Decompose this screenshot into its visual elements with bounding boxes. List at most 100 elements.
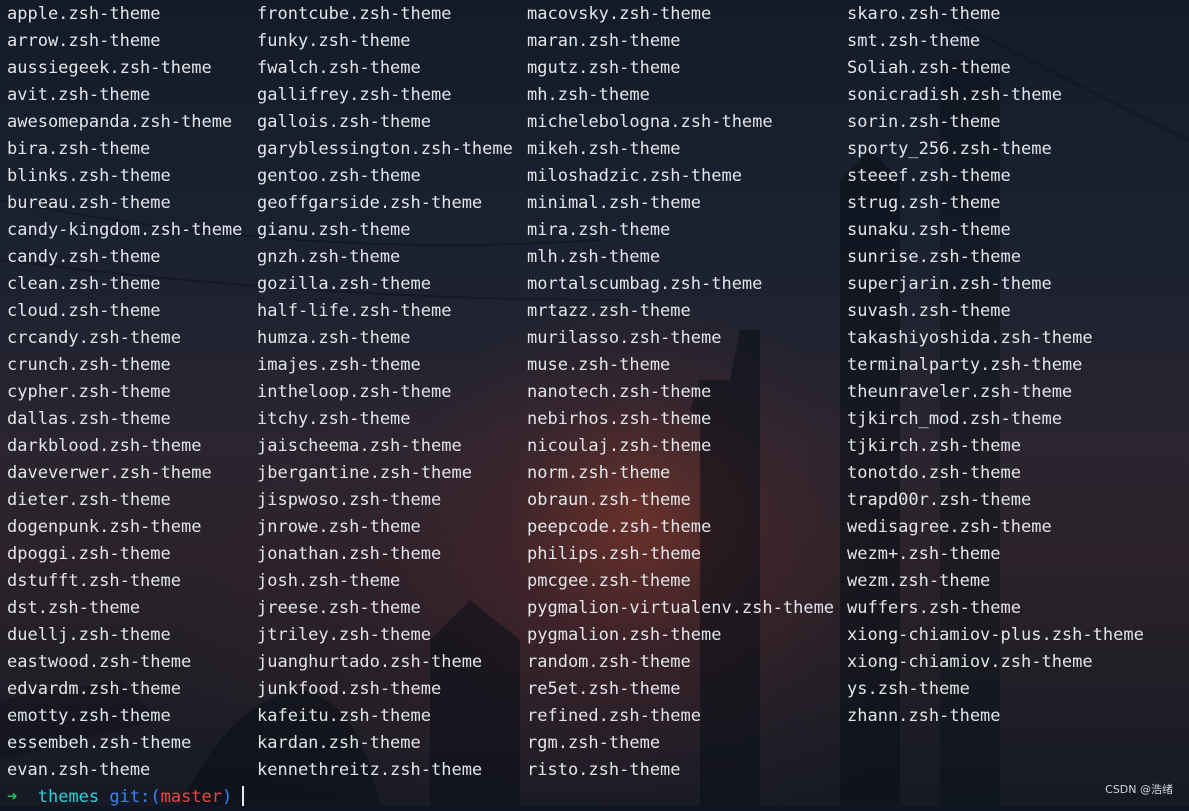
theme-file-entry: cloud.zsh-theme — [7, 301, 161, 321]
theme-file-entry: dieter.zsh-theme — [7, 490, 171, 510]
theme-file-entry: muse.zsh-theme — [527, 355, 671, 375]
theme-file-entry: dstufft.zsh-theme — [7, 571, 181, 591]
theme-file-entry: gozilla.zsh-theme — [257, 274, 431, 294]
theme-file-entry: kafeitu.zsh-theme — [257, 706, 431, 726]
theme-file-entry: terminalparty.zsh-theme — [847, 355, 1083, 375]
theme-file-entry: jaischeema.zsh-theme — [257, 436, 462, 456]
theme-file-entry: macovsky.zsh-theme — [527, 4, 712, 24]
theme-file-entry: clean.zsh-theme — [7, 274, 161, 294]
theme-file-entry: daveverwer.zsh-theme — [7, 463, 212, 483]
theme-file-entry: murilasso.zsh-theme — [527, 328, 722, 348]
theme-file-entry: evan.zsh-theme — [7, 760, 151, 780]
theme-file-entry: half-life.zsh-theme — [257, 301, 452, 321]
theme-file-entry: gentoo.zsh-theme — [257, 166, 421, 186]
theme-file-entry: re5et.zsh-theme — [527, 679, 681, 699]
theme-file-entry: dst.zsh-theme — [7, 598, 141, 618]
theme-file-entry: mrtazz.zsh-theme — [527, 301, 691, 321]
theme-file-entry: avit.zsh-theme — [7, 85, 151, 105]
theme-file-entry: philips.zsh-theme — [527, 544, 701, 564]
text-cursor[interactable] — [242, 786, 245, 806]
git-branch: master — [160, 787, 223, 807]
theme-file-entry: sunaku.zsh-theme — [847, 220, 1011, 240]
theme-file-entry: xiong-chiamiov.zsh-theme — [847, 652, 1093, 672]
theme-file-entry: crcandy.zsh-theme — [7, 328, 181, 348]
theme-file-entry: duellj.zsh-theme — [7, 625, 171, 645]
theme-file-entry: emotty.zsh-theme — [7, 706, 171, 726]
theme-file-entry: pygmalion-virtualenv.zsh-theme — [527, 598, 835, 618]
theme-file-entry: bira.zsh-theme — [7, 139, 151, 159]
theme-file-entry: dallas.zsh-theme — [7, 409, 171, 429]
theme-file-entry: jtriley.zsh-theme — [257, 625, 431, 645]
column-2: frontcube.zsh-theme funky.zsh-theme fwalch… — [257, 1, 513, 784]
theme-file-entry: sporty_256.zsh-theme — [847, 139, 1052, 159]
theme-file-entry: cypher.zsh-theme — [7, 382, 171, 402]
theme-file-entry: pmcgee.zsh-theme — [527, 571, 691, 591]
theme-file-entry: risto.zsh-theme — [527, 760, 681, 780]
theme-file-entry: maran.zsh-theme — [527, 31, 681, 51]
theme-file-entry: gallifrey.zsh-theme — [257, 85, 452, 105]
theme-file-entry: jnrowe.zsh-theme — [257, 517, 421, 537]
theme-file-entry: dpoggi.zsh-theme — [7, 544, 171, 564]
theme-file-entry: junkfood.zsh-theme — [257, 679, 442, 699]
theme-file-entry: norm.zsh-theme — [527, 463, 671, 483]
theme-file-entry: essembeh.zsh-theme — [7, 733, 192, 753]
column-3: macovsky.zsh-theme maran.zsh-theme mgutz.z… — [527, 1, 834, 784]
theme-file-entry: zhann.zsh-theme — [847, 706, 1001, 726]
watermark: CSDN @浩绪 — [1105, 783, 1173, 796]
prompt-arrow: ➜ — [7, 787, 18, 807]
theme-file-entry: takashiyoshida.zsh-theme — [847, 328, 1093, 348]
theme-file-entry: candy-kingdom.zsh-theme — [7, 220, 243, 240]
git-close: ) — [222, 787, 233, 807]
theme-file-entry: gianu.zsh-theme — [257, 220, 411, 240]
terminal-output: apple.zsh-theme arrow.zsh-theme aussiegeek… — [0, 0, 1189, 807]
theme-file-entry: suvash.zsh-theme — [847, 301, 1011, 321]
theme-file-entry: fwalch.zsh-theme — [257, 58, 421, 78]
theme-file-entry: steeef.zsh-theme — [847, 166, 1011, 186]
theme-file-entry: tjkirch_mod.zsh-theme — [847, 409, 1062, 429]
theme-file-entry: tjkirch.zsh-theme — [847, 436, 1021, 456]
theme-file-entry: imajes.zsh-theme — [257, 355, 421, 375]
theme-file-entry: gnzh.zsh-theme — [257, 247, 401, 267]
theme-file-entry: michelebologna.zsh-theme — [527, 112, 773, 132]
theme-file-entry: wedisagree.zsh-theme — [847, 517, 1052, 537]
theme-file-entry: rgm.zsh-theme — [527, 733, 661, 753]
theme-file-entry: trapd00r.zsh-theme — [847, 490, 1032, 510]
theme-file-entry: funky.zsh-theme — [257, 31, 411, 51]
theme-file-entry: mh.zsh-theme — [527, 85, 650, 105]
theme-file-entry: josh.zsh-theme — [257, 571, 401, 591]
theme-file-entry: tonotdo.zsh-theme — [847, 463, 1021, 483]
theme-file-entry: mlh.zsh-theme — [527, 247, 661, 267]
theme-file-entry: itchy.zsh-theme — [257, 409, 411, 429]
theme-file-entry: jreese.zsh-theme — [257, 598, 421, 618]
theme-file-entry: pygmalion.zsh-theme — [527, 625, 722, 645]
theme-file-entry: jonathan.zsh-theme — [257, 544, 442, 564]
theme-file-entry: crunch.zsh-theme — [7, 355, 171, 375]
theme-file-entry: arrow.zsh-theme — [7, 31, 161, 51]
theme-file-entry: mgutz.zsh-theme — [527, 58, 681, 78]
theme-file-entry: minimal.zsh-theme — [527, 193, 701, 213]
theme-file-entry: garyblessington.zsh-theme — [257, 139, 513, 159]
theme-file-entry: nicoulaj.zsh-theme — [527, 436, 712, 456]
theme-file-entry: awesomepanda.zsh-theme — [7, 112, 233, 132]
theme-file-entry: wuffers.zsh-theme — [847, 598, 1021, 618]
shell-prompt[interactable]: ➜ themes git:(master) — [7, 784, 245, 811]
column-4: skaro.zsh-theme smt.zsh-theme Soliah.zsh-t… — [847, 1, 1144, 730]
theme-file-entry: obraun.zsh-theme — [527, 490, 691, 510]
theme-file-entry: ys.zsh-theme — [847, 679, 970, 699]
theme-file-entry: skaro.zsh-theme — [847, 4, 1001, 24]
theme-file-entry: jbergantine.zsh-theme — [257, 463, 472, 483]
theme-file-entry: smt.zsh-theme — [847, 31, 981, 51]
theme-file-entry: bureau.zsh-theme — [7, 193, 171, 213]
theme-file-entry: xiong-chiamiov-plus.zsh-theme — [847, 625, 1144, 645]
theme-file-entry: dogenpunk.zsh-theme — [7, 517, 202, 537]
theme-file-entry: humza.zsh-theme — [257, 328, 411, 348]
theme-file-entry: wezm.zsh-theme — [847, 571, 991, 591]
theme-file-entry: jispwoso.zsh-theme — [257, 490, 442, 510]
theme-file-entry: kardan.zsh-theme — [257, 733, 421, 753]
theme-file-entry: juanghurtado.zsh-theme — [257, 652, 483, 672]
theme-file-entry: apple.zsh-theme — [7, 4, 161, 24]
theme-file-entry: strug.zsh-theme — [847, 193, 1001, 213]
theme-file-entry: mira.zsh-theme — [527, 220, 671, 240]
column-1: apple.zsh-theme arrow.zsh-theme aussiegeek… — [7, 1, 242, 784]
theme-file-entry: nanotech.zsh-theme — [527, 382, 712, 402]
